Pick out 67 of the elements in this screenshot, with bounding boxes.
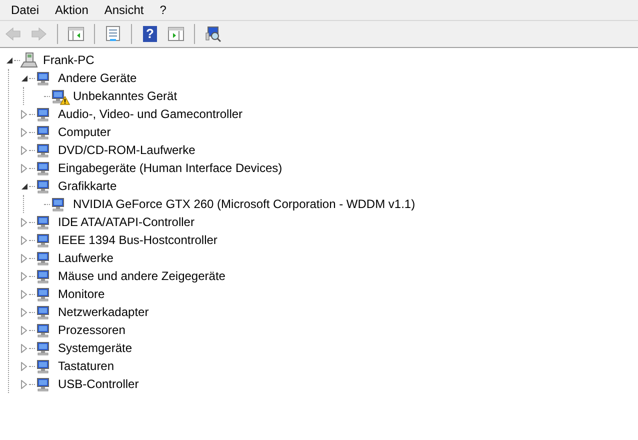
expand-arrow-icon[interactable] bbox=[21, 272, 27, 280]
tree-item-label[interactable]: IEEE 1394 Bus-Hostcontroller bbox=[56, 232, 220, 248]
tree-item-label[interactable]: Systemgeräte bbox=[56, 340, 134, 356]
expand-arrow-icon[interactable] bbox=[21, 380, 27, 388]
device-icon bbox=[35, 322, 51, 338]
device-icon bbox=[35, 124, 51, 140]
collapse-arrow-icon[interactable] bbox=[20, 74, 28, 82]
tree-item-label[interactable]: Andere Geräte bbox=[56, 70, 139, 86]
device-icon bbox=[35, 376, 51, 392]
device-icon bbox=[35, 178, 51, 194]
device-icon bbox=[35, 250, 51, 266]
device-icon bbox=[35, 268, 51, 284]
device-icon bbox=[35, 160, 51, 176]
expand-arrow-icon[interactable] bbox=[21, 146, 27, 154]
device-icon bbox=[35, 286, 51, 302]
tree-item-label[interactable]: Netzwerkadapter bbox=[56, 304, 151, 320]
expand-arrow-icon[interactable] bbox=[21, 344, 27, 352]
expand-arrow-icon[interactable] bbox=[21, 308, 27, 316]
tree-item-label[interactable]: Laufwerke bbox=[56, 250, 116, 266]
properties-icon bbox=[105, 26, 121, 42]
pane-icon bbox=[68, 27, 84, 41]
help-button[interactable]: ? bbox=[139, 23, 161, 45]
device-icon bbox=[50, 196, 66, 212]
tree-item-label[interactable]: Prozessoren bbox=[56, 322, 128, 338]
menu-item[interactable]: Aktion bbox=[48, 2, 96, 18]
tree-item-label[interactable]: USB-Controller bbox=[56, 376, 141, 392]
forward-arrow-icon bbox=[31, 27, 47, 41]
expand-arrow-icon[interactable] bbox=[21, 128, 27, 136]
menu-item[interactable]: ? bbox=[152, 2, 174, 18]
tree-item-label[interactable]: Grafikkarte bbox=[56, 178, 119, 194]
expand-arrow-icon[interactable] bbox=[21, 362, 27, 370]
back-arrow-icon bbox=[5, 27, 21, 41]
collapse-arrow-icon[interactable] bbox=[6, 56, 12, 64]
expand-arrow-icon[interactable] bbox=[21, 236, 27, 244]
scan-hardware-icon bbox=[205, 26, 221, 42]
expand-arrow-icon[interactable] bbox=[21, 218, 27, 226]
tree-item-label[interactable]: Mäuse und andere Zeigegeräte bbox=[56, 268, 228, 284]
device-icon bbox=[35, 106, 51, 122]
menu-item[interactable]: Ansicht bbox=[97, 2, 151, 18]
computer-icon bbox=[20, 52, 38, 68]
device-icon bbox=[50, 88, 66, 104]
tree-item-label[interactable]: IDE ATA/ATAPI-Controller bbox=[56, 214, 196, 230]
tree-item-label[interactable]: Tastaturen bbox=[56, 358, 116, 374]
device-icon bbox=[35, 304, 51, 320]
expand-arrow-icon[interactable] bbox=[21, 110, 27, 118]
expand-arrow-icon[interactable] bbox=[21, 326, 27, 334]
tree-item-label[interactable]: Frank-PC bbox=[41, 52, 96, 68]
tree-item-label[interactable]: Computer bbox=[56, 124, 113, 140]
device-icon bbox=[35, 70, 51, 86]
expand-arrow-icon[interactable] bbox=[21, 164, 27, 172]
menu-item[interactable]: Datei bbox=[4, 2, 46, 18]
tree-item-label[interactable]: DVD/CD-ROM-Laufwerke bbox=[56, 142, 198, 158]
tree-item-label[interactable]: Eingabegeräte (Human Interface Devices) bbox=[56, 160, 284, 176]
tree-item-label[interactable]: Audio-, Video- und Gamecontroller bbox=[56, 106, 245, 122]
expand-arrow-icon[interactable] bbox=[21, 290, 27, 298]
tree-item-label[interactable]: Unbekanntes Gerät bbox=[71, 88, 180, 104]
expand-arrow-icon[interactable] bbox=[21, 254, 27, 262]
device-icon bbox=[35, 142, 51, 158]
device-icon bbox=[35, 340, 51, 356]
device-icon bbox=[35, 358, 51, 374]
tree-item-label[interactable]: NVIDIA GeForce GTX 260 (Microsoft Corporation - WDDM v1.1) bbox=[71, 196, 418, 212]
device-icon bbox=[35, 232, 51, 248]
tree-item-label[interactable]: Monitore bbox=[56, 286, 107, 302]
device-icon bbox=[35, 214, 51, 230]
help-icon: ? bbox=[143, 26, 157, 42]
collapse-arrow-icon[interactable] bbox=[20, 182, 28, 190]
pane-icon bbox=[168, 27, 184, 41]
